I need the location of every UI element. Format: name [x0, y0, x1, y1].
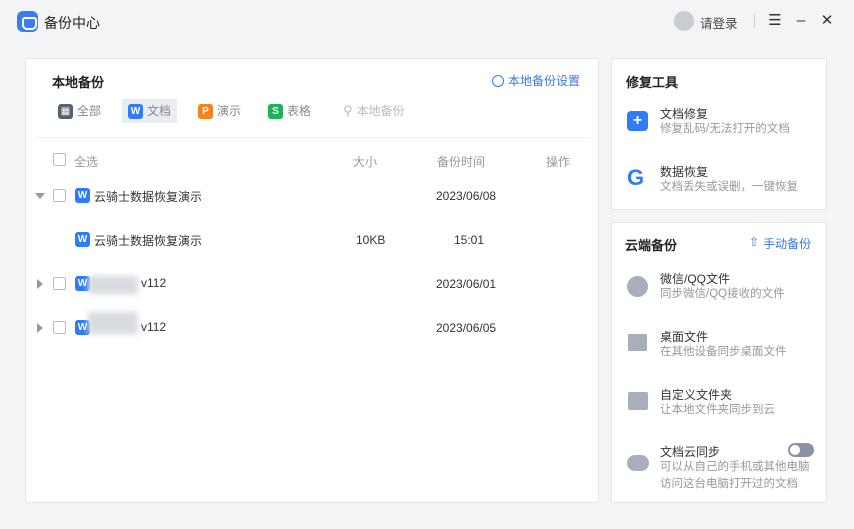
expand-arrow-icon[interactable]: [37, 323, 43, 333]
grid-icon: ▦: [58, 103, 73, 119]
file-name[interactable]: v112: [141, 276, 166, 290]
upload-icon: ⇧: [749, 235, 760, 249]
tab-presentations[interactable]: P 演示: [192, 99, 247, 123]
row-checkbox[interactable]: [53, 189, 66, 202]
ppt-icon: P: [198, 103, 213, 119]
backup-time: 2023/06/05: [436, 321, 497, 335]
search-icon: ⚲: [343, 103, 353, 118]
document-repair-item[interactable]: + 文档修复 修复乱码/无法打开的文档: [626, 104, 821, 144]
menu-icon[interactable]: ☰: [766, 10, 784, 32]
local-backup-title: 本地备份: [52, 75, 105, 90]
minimize-icon[interactable]: –: [792, 10, 810, 32]
divider: [754, 14, 755, 28]
file-name[interactable]: 云骑士数据恢复演示: [94, 232, 202, 249]
settings-icon: [492, 74, 504, 87]
document-cloud-sync-item: 文档云同步 可以从自己的手机或其他电脑 访问这台电脑打开过的文档: [626, 443, 810, 493]
backup-time: 15:01: [454, 233, 485, 247]
row-checkbox[interactable]: [53, 321, 66, 334]
local-backup-settings-link[interactable]: 本地备份设置: [492, 72, 580, 89]
wechat-icon: [627, 276, 648, 297]
select-all-label: 全选: [74, 155, 99, 169]
column-size: 大小: [353, 155, 378, 169]
word-icon: W: [128, 103, 143, 119]
backup-time: 2023/06/01: [436, 277, 497, 291]
folder-icon: [628, 392, 648, 410]
data-recovery-item[interactable]: G 数据恢复 文档丢失或误删，一键恢复: [626, 162, 821, 202]
backup-time: 2023/06/08: [436, 189, 497, 203]
close-icon[interactable]: ✕: [818, 10, 836, 32]
expand-arrow-icon[interactable]: [37, 279, 43, 289]
app-logo: [17, 11, 38, 32]
custom-folder-item[interactable]: 自定义文件夹 让本地文件夹同步到云: [626, 386, 821, 422]
excel-icon: S: [268, 103, 283, 119]
column-time: 备份时间: [437, 155, 486, 169]
tab-spreadsheets[interactable]: S 表格: [262, 99, 317, 123]
file-size: 10KB: [356, 233, 386, 247]
tab-documents[interactable]: W 文档: [122, 99, 178, 123]
collapse-arrow-icon[interactable]: [35, 193, 45, 199]
manual-backup-button[interactable]: ⇧ 手动备份: [749, 235, 811, 252]
login-link[interactable]: 请登录: [700, 13, 738, 32]
data-recovery-icon: G: [627, 165, 645, 190]
title-bar: 备份中心 请登录 ☰ – ✕: [0, 0, 854, 44]
wechat-qq-files-item[interactable]: 微信/QQ文件 同步微信/QQ接收的文件: [626, 270, 821, 306]
divider: [35, 137, 590, 138]
app-title: 备份中心: [44, 15, 100, 31]
file-name[interactable]: v112: [141, 320, 166, 334]
document-repair-icon: +: [627, 111, 648, 131]
cloud-upload-icon: [627, 455, 649, 471]
column-action: 操作: [546, 155, 571, 169]
blurred-file-name: [88, 276, 138, 294]
file-name[interactable]: 云骑士数据恢复演示: [94, 188, 202, 205]
word-icon: W: [75, 232, 90, 247]
cloud-sync-toggle[interactable]: [788, 443, 814, 457]
word-icon: W: [75, 188, 90, 203]
desktop-files-item[interactable]: 桌面文件 在其他设备同步桌面文件: [626, 328, 821, 364]
avatar[interactable]: [674, 11, 694, 31]
cloud-backup-title: 云端备份: [625, 238, 678, 253]
select-all-checkbox[interactable]: [53, 153, 66, 166]
row-checkbox[interactable]: [53, 277, 66, 290]
desktop-icon: [628, 334, 647, 351]
tab-all[interactable]: ▦ 全部: [52, 99, 107, 123]
repair-tools-title: 修复工具: [626, 75, 679, 90]
search-input[interactable]: ⚲ 本地备份: [337, 99, 411, 123]
blurred-file-name: [88, 312, 138, 334]
